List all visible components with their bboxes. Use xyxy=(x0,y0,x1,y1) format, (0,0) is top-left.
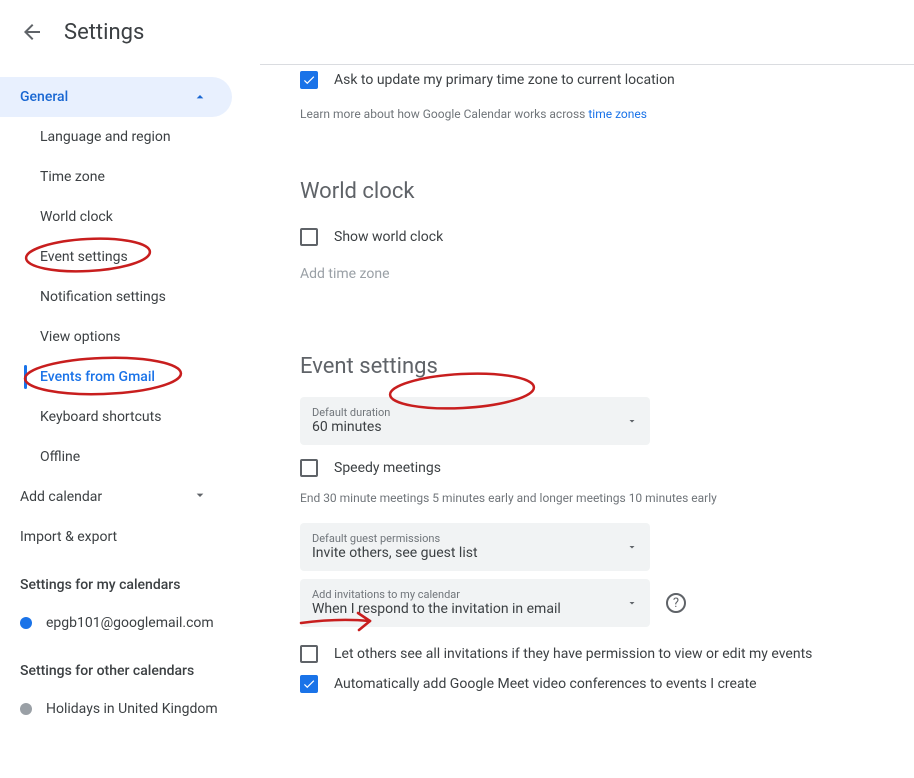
chevron-up-icon xyxy=(192,89,208,105)
speedy-meetings-hint: End 30 minute meetings 5 minutes early a… xyxy=(300,483,898,523)
nav-item-notification-settings[interactable]: Notification settings xyxy=(0,277,260,317)
auto-meet-label: Automatically add Google Meet video conf… xyxy=(334,676,757,692)
nav-item-events-from-gmail[interactable]: Events from Gmail xyxy=(0,357,260,397)
page-title: Settings xyxy=(64,20,144,45)
nav-item-language-region[interactable]: Language and region xyxy=(0,117,260,157)
time-zones-link[interactable]: time zones xyxy=(588,107,647,121)
checkbox-checked-icon xyxy=(300,71,318,89)
tz-update-checkbox-row[interactable]: Ask to update my primary time zone to cu… xyxy=(300,65,898,95)
let-others-label: Let others see all invitations if they h… xyxy=(334,646,812,662)
default-duration-label: Default duration xyxy=(312,407,390,419)
arrow-left-icon xyxy=(20,20,44,44)
add-invitations-value: When I respond to the invitation in emai… xyxy=(312,601,561,618)
calendar-color-dot xyxy=(20,617,32,629)
add-time-zone-button[interactable]: Add time zone xyxy=(300,252,898,296)
show-world-clock-checkbox-row[interactable]: Show world clock xyxy=(300,222,898,252)
nav-item-world-clock[interactable]: World clock xyxy=(0,197,260,237)
settings-header: Settings xyxy=(0,0,914,64)
event-settings-heading: Event settings xyxy=(300,354,438,379)
checkbox-unchecked-icon xyxy=(300,645,318,663)
auto-meet-checkbox-row[interactable]: Automatically add Google Meet video conf… xyxy=(300,669,898,699)
caret-down-icon xyxy=(626,597,638,609)
world-clock-heading: World clock xyxy=(300,179,414,204)
caret-down-icon xyxy=(626,415,638,427)
other-calendars-label: Settings for other calendars xyxy=(0,643,260,689)
nav-group-general[interactable]: General xyxy=(0,77,232,117)
add-invitations-label: Add invitations to my calendar xyxy=(312,589,561,601)
checkbox-unchecked-icon xyxy=(300,459,318,477)
calendar-item-primary[interactable]: epgb101@googlemail.com xyxy=(0,603,260,643)
default-duration-select[interactable]: Default duration 60 minutes xyxy=(300,397,650,445)
speedy-meetings-label: Speedy meetings xyxy=(334,460,441,476)
my-calendars-label: Settings for my calendars xyxy=(0,557,260,603)
checkbox-checked-icon xyxy=(300,675,318,693)
help-icon[interactable]: ? xyxy=(666,593,686,613)
add-invitations-select[interactable]: Add invitations to my calendar When I re… xyxy=(300,579,650,627)
settings-sidebar: General Language and region Time zone Wo… xyxy=(0,65,260,778)
default-duration-value: 60 minutes xyxy=(312,419,390,436)
guest-permissions-label: Default guest permissions xyxy=(312,533,478,545)
show-world-clock-label: Show world clock xyxy=(334,229,443,245)
guest-permissions-select[interactable]: Default guest permissions Invite others,… xyxy=(300,523,650,571)
chevron-down-icon xyxy=(192,487,208,507)
let-others-checkbox-row[interactable]: Let others see all invitations if they h… xyxy=(300,639,898,669)
calendar-color-dot xyxy=(20,703,32,715)
nav-item-keyboard-shortcuts[interactable]: Keyboard shortcuts xyxy=(0,397,260,437)
nav-item-view-options[interactable]: View options xyxy=(0,317,260,357)
nav-item-time-zone[interactable]: Time zone xyxy=(0,157,260,197)
tz-update-label: Ask to update my primary time zone to cu… xyxy=(334,72,675,88)
calendar-item-holidays[interactable]: Holidays in United Kingdom xyxy=(0,689,260,729)
checkbox-unchecked-icon xyxy=(300,228,318,246)
tz-helper: Learn more about how Google Calendar wor… xyxy=(300,95,898,131)
nav-item-offline[interactable]: Offline xyxy=(0,437,260,477)
back-button[interactable] xyxy=(8,8,56,56)
nav-add-calendar[interactable]: Add calendar xyxy=(0,477,232,517)
caret-down-icon xyxy=(626,541,638,553)
speedy-meetings-checkbox-row[interactable]: Speedy meetings xyxy=(300,453,898,483)
settings-main: Ask to update my primary time zone to cu… xyxy=(260,65,914,778)
guest-permissions-value: Invite others, see guest list xyxy=(312,545,478,562)
nav-import-export[interactable]: Import & export xyxy=(0,517,232,557)
nav-group-label: General xyxy=(20,89,68,105)
nav-item-event-settings[interactable]: Event settings xyxy=(0,237,260,277)
